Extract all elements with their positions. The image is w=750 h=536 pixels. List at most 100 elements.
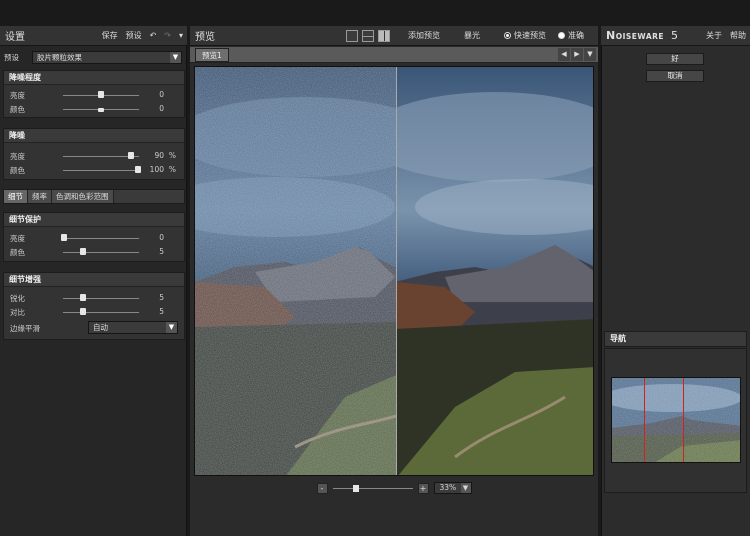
single-view-icon[interactable] (346, 29, 358, 42)
slider-value: 90 (154, 151, 164, 160)
next-tab-icon[interactable]: ▶ (571, 48, 583, 61)
fast-preview-option[interactable]: 快速预览 (500, 30, 550, 41)
zoom-in-button[interactable]: + (417, 482, 429, 494)
section-title: 细节增强 (4, 273, 184, 287)
zoom-select[interactable]: 33% ▼ (433, 482, 472, 494)
prev-tab-icon[interactable]: ◀ (558, 48, 570, 61)
slider-label: 颜色 (10, 248, 25, 257)
app-version: 5 (671, 29, 679, 42)
slider-track[interactable] (63, 298, 139, 299)
slider-value: 5 (159, 293, 164, 302)
split-vertical-icon[interactable] (378, 29, 390, 42)
navigator-viewport-rect[interactable] (644, 378, 684, 462)
radio-selected-icon (504, 32, 511, 39)
slider-row: 颜色 100 % (4, 163, 184, 177)
app-name: NOISEWARE 5 (601, 29, 679, 42)
undo-icon[interactable]: ↶ (146, 31, 161, 40)
slider-row: 颜色 5 (4, 245, 184, 259)
zoom-bar: - + 33% ▼ (190, 479, 598, 497)
tab-tone-color-range[interactable]: 色调和色彩范围 (52, 190, 114, 203)
noise-level-section: 降噪程度 亮度 0 颜色 0 (3, 70, 185, 118)
add-preview-button[interactable]: 添加预览 (404, 30, 444, 41)
navigator-title: 导航 (604, 331, 747, 347)
slider-track[interactable] (63, 170, 139, 171)
chevron-down-icon: ▼ (170, 51, 181, 63)
slider-unit: % (168, 165, 176, 174)
preset-button[interactable]: 预设 (122, 30, 146, 41)
preview-tab-bar: 预览1 ◀ ▶ ▼ (190, 47, 598, 63)
slider-thumb[interactable] (80, 294, 86, 301)
split-divider[interactable] (396, 67, 397, 475)
slider-label: 亮度 (10, 91, 25, 100)
tab-detail[interactable]: 细节 (4, 190, 28, 203)
section-title: 降噪程度 (4, 71, 184, 85)
slider-row: 亮度 90 % (4, 149, 184, 163)
preview-image[interactable] (194, 66, 594, 476)
zoom-out-button[interactable]: - (316, 482, 328, 494)
zoom-slider[interactable] (332, 484, 413, 492)
preset-row: 预设 胶片颗粒效果 ▼ (0, 48, 187, 66)
tab-menu-icon[interactable]: ▼ (584, 48, 596, 61)
slider-value: 0 (159, 233, 164, 242)
app-name-initial: N (606, 29, 616, 42)
slider-value: 5 (159, 307, 164, 316)
tab-frequency[interactable]: 频率 (28, 190, 52, 203)
settings-title: 设置 (5, 32, 25, 43)
save-button[interactable]: 保存 (98, 30, 122, 41)
edge-smoothing-select[interactable]: 自动 ▼ (88, 321, 178, 334)
panel-menu-icon[interactable]: ▾ (175, 31, 187, 40)
redo-icon[interactable]: ↷ (160, 31, 175, 40)
landscape-photo (195, 67, 593, 475)
slider-label: 锐化 (10, 294, 25, 303)
radio-unselected-icon (558, 32, 565, 39)
noise-reduction-section: 降噪 亮度 90 % 颜色 100 % (3, 128, 185, 180)
navigator-thumbnail[interactable] (611, 377, 741, 463)
edge-smoothing-label: 边缘平滑 (10, 324, 40, 333)
slider-row: 亮度 0 (4, 88, 184, 102)
slider-label: 亮度 (10, 234, 25, 243)
preview-tab[interactable]: 预览1 (195, 48, 229, 62)
section-title: 细节保护 (4, 213, 184, 227)
slider-thumb[interactable] (128, 152, 134, 159)
slider-label: 对比 (10, 308, 25, 317)
slider-track[interactable] (63, 312, 139, 313)
preset-select-value: 胶片颗粒效果 (37, 52, 82, 62)
help-button[interactable]: 帮助 (726, 30, 750, 41)
preview-title: 预览 (195, 32, 215, 43)
navigator-panel (604, 348, 747, 493)
slider-thumb[interactable] (98, 91, 104, 98)
app-toolbar: NOISEWARE 5 关于 帮助 (601, 26, 750, 46)
slider-thumb[interactable] (61, 234, 67, 241)
edge-smoothing-row: 边缘平滑 自动 ▼ (4, 319, 184, 337)
chevron-down-icon: ▼ (460, 483, 471, 493)
cancel-button[interactable]: 取消 (646, 70, 704, 82)
slider-label: 亮度 (10, 152, 25, 161)
slider-label: 颜色 (10, 105, 25, 114)
slider-value: 100 (149, 165, 164, 174)
detail-protection-section: 细节保护 亮度 0 颜色 5 (3, 212, 185, 262)
slider-row: 锐化 5 (4, 291, 184, 305)
about-button[interactable]: 关于 (702, 30, 726, 41)
slider-label: 颜色 (10, 166, 25, 175)
preview-tab-nav: ◀ ▶ ▼ (558, 48, 596, 61)
preview-toolbar: 预览 添加预览 暴光 快速预览 准确 (190, 26, 598, 46)
slider-row: 颜色 0 (4, 102, 184, 116)
chevron-down-icon: ▼ (166, 322, 177, 333)
zoom-slider-thumb[interactable] (352, 484, 359, 492)
slider-thumb[interactable] (80, 248, 86, 255)
slider-thumb[interactable] (80, 308, 86, 315)
accurate-option[interactable]: 准确 (554, 30, 588, 41)
slider-track[interactable] (63, 238, 139, 239)
slider-unit: % (168, 151, 176, 160)
section-title: 降噪 (4, 129, 184, 143)
split-horizontal-icon[interactable] (362, 29, 374, 42)
zoom-value: 33% (439, 483, 457, 492)
app-name-rest: OISEWARE (615, 32, 665, 41)
ok-button[interactable]: 好 (646, 53, 704, 65)
settings-tabs: 细节 频率 色调和色彩范围 (3, 189, 185, 204)
preset-select[interactable]: 胶片颗粒效果 ▼ (32, 50, 182, 64)
exposure-button[interactable]: 暴光 (460, 30, 484, 41)
slider-track[interactable] (63, 252, 139, 253)
accurate-label: 准确 (568, 31, 584, 40)
slider-thumb[interactable] (98, 108, 104, 112)
